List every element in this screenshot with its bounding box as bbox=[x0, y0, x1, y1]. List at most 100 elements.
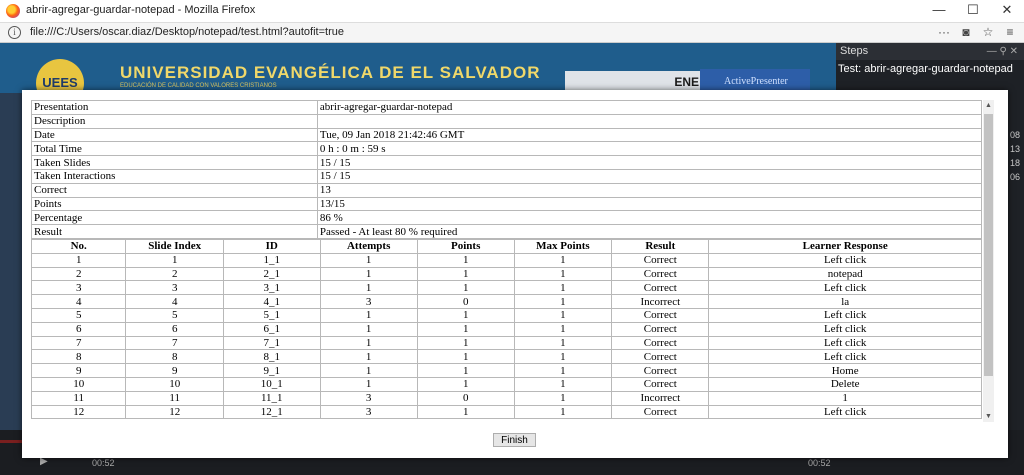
table-cell: 1 bbox=[513, 349, 613, 365]
table-row: 1 1 1_1 1 1 1 Correct Left click bbox=[31, 252, 982, 268]
column-header: Points bbox=[416, 238, 515, 254]
close-button[interactable]: ✕ bbox=[990, 0, 1024, 22]
steps-test-label[interactable]: Test: abrir-agregar-guardar-notepad bbox=[838, 63, 1018, 75]
column-header: Learner Response bbox=[708, 238, 982, 254]
table-cell: 7 bbox=[125, 335, 224, 351]
table-cell: 1 bbox=[416, 266, 515, 282]
table-cell: 7_1 bbox=[223, 335, 321, 351]
table-cell: Left click bbox=[708, 349, 982, 365]
table-cell: 3 bbox=[319, 294, 418, 309]
table-cell: 3 bbox=[319, 404, 418, 420]
minimize-button[interactable]: — bbox=[922, 0, 956, 22]
summary-row: Presentation abrir-agregar-guardar-notepa… bbox=[31, 100, 982, 115]
info-icon[interactable]: i bbox=[8, 26, 21, 39]
table-cell: 1 bbox=[513, 363, 613, 378]
summary-label: Taken Interactions bbox=[31, 168, 318, 184]
table-cell: 1 bbox=[319, 376, 418, 392]
table-cell: 1 bbox=[319, 307, 418, 323]
table-cell: Correct bbox=[611, 335, 710, 351]
table-cell: 1_1 bbox=[223, 252, 321, 268]
summary-label: Result bbox=[31, 224, 318, 239]
column-header: ID bbox=[223, 238, 321, 254]
table-row: 9 9 9_1 1 1 1 Correct Home bbox=[31, 363, 982, 378]
step-time: 13 bbox=[1009, 144, 1020, 154]
steps-controls[interactable]: — ⚲ ✕ bbox=[987, 43, 1018, 60]
table-cell: 1 bbox=[513, 294, 613, 309]
table-cell: Left click bbox=[708, 280, 982, 296]
table-cell: 3 bbox=[125, 280, 224, 296]
table-cell: 1 bbox=[513, 376, 613, 392]
summary-row: Correct 13 bbox=[31, 182, 982, 198]
table-row: 11 11 11_1 3 0 1 Incorrect 1 bbox=[31, 390, 982, 406]
table-cell: Correct bbox=[611, 404, 710, 420]
summary-row: Points 13/15 bbox=[31, 196, 982, 212]
table-cell: Incorrect bbox=[611, 294, 710, 309]
table-row: 2 2 2_1 1 1 1 Correct notepad bbox=[31, 266, 982, 282]
summary-row: Total Time 0 h : 0 m : 59 s bbox=[31, 141, 982, 157]
table-cell: 1 bbox=[513, 280, 613, 296]
table-cell: 10_1 bbox=[223, 376, 321, 392]
table-cell: 1 bbox=[513, 404, 613, 420]
window-titlebar: abrir-agregar-guardar-notepad - Mozilla … bbox=[0, 0, 1024, 23]
table-cell: 9 bbox=[31, 363, 127, 378]
column-header: Slide Index bbox=[125, 238, 224, 254]
summary-label: Description bbox=[31, 113, 318, 129]
table-cell: 8 bbox=[31, 349, 127, 365]
vertical-scrollbar[interactable]: ▲ ▼ bbox=[983, 100, 994, 422]
table-cell: Left click bbox=[708, 252, 982, 268]
summary-row: Taken Slides 15 / 15 bbox=[31, 155, 982, 170]
table-row: 4 4 4_1 3 0 1 Incorrect la bbox=[31, 294, 982, 309]
summary-value: 86 % bbox=[316, 210, 982, 226]
table-cell: 9 bbox=[125, 363, 224, 378]
table-cell: 12 bbox=[31, 404, 127, 420]
table-cell: 1 bbox=[416, 376, 515, 392]
table-cell: 6 bbox=[125, 321, 224, 337]
table-cell: 2_1 bbox=[223, 266, 321, 282]
table-cell: 1 bbox=[513, 252, 613, 268]
url-text[interactable]: file:///C:/Users/oscar.diaz/Desktop/note… bbox=[30, 26, 344, 38]
table-cell: 1 bbox=[513, 307, 613, 323]
summary-value: 15 / 15 bbox=[316, 168, 982, 184]
address-bar[interactable]: i file:///C:/Users/oscar.diaz/Desktop/no… bbox=[0, 23, 1024, 43]
summary-value: abrir-agregar-guardar-notepad bbox=[316, 100, 982, 115]
table-row: 10 10 10_1 1 1 1 Correct Delete bbox=[31, 376, 982, 392]
table-cell: 2 bbox=[125, 266, 224, 282]
table-cell: 1 bbox=[416, 335, 515, 351]
table-cell: Left click bbox=[708, 307, 982, 323]
scroll-up-icon[interactable]: ▲ bbox=[983, 100, 994, 111]
summary-value: 15 / 15 bbox=[316, 155, 982, 170]
summary-label: Correct bbox=[31, 182, 318, 198]
scroll-thumb[interactable] bbox=[984, 114, 993, 376]
table-cell: 10 bbox=[31, 376, 127, 392]
step-time: 06 bbox=[1009, 172, 1020, 182]
summary-row: Date Tue, 09 Jan 2018 21:42:46 GMT bbox=[31, 127, 982, 143]
table-cell: 5 bbox=[31, 307, 127, 323]
table-cell: 6_1 bbox=[223, 321, 321, 337]
summary-value: 0 h : 0 m : 59 s bbox=[316, 141, 982, 157]
table-cell: Correct bbox=[611, 363, 710, 378]
steps-title: Steps bbox=[840, 45, 869, 57]
more-icon[interactable]: ··· bbox=[934, 24, 954, 40]
table-cell: 1 bbox=[416, 252, 515, 268]
scroll-down-icon[interactable]: ▼ bbox=[983, 411, 994, 422]
table-cell: 1 bbox=[416, 404, 515, 420]
table-cell: 10 bbox=[125, 376, 224, 392]
table-cell: 3_1 bbox=[223, 280, 321, 296]
table-row: 7 7 7_1 1 1 1 Correct Left click bbox=[31, 335, 982, 351]
table-cell: notepad bbox=[708, 266, 982, 282]
table-cell: 1 bbox=[416, 307, 515, 323]
table-cell: 12_1 bbox=[223, 404, 321, 420]
maximize-button[interactable]: ☐ bbox=[956, 0, 990, 22]
summary-row: Description bbox=[31, 113, 982, 129]
pocket-icon[interactable]: ◙ bbox=[956, 24, 976, 40]
finish-button[interactable]: Finish bbox=[493, 433, 536, 447]
table-cell: 1 bbox=[513, 335, 613, 351]
summary-row: Percentage 86 % bbox=[31, 210, 982, 226]
table-cell: 8_1 bbox=[223, 349, 321, 365]
summary-value bbox=[316, 113, 982, 129]
star-icon[interactable]: ☆ bbox=[978, 24, 998, 40]
table-cell: Correct bbox=[611, 321, 710, 337]
table-cell: Left click bbox=[708, 404, 982, 420]
table-cell: Left click bbox=[708, 335, 982, 351]
menu-icon[interactable]: ≡ bbox=[1000, 24, 1020, 40]
